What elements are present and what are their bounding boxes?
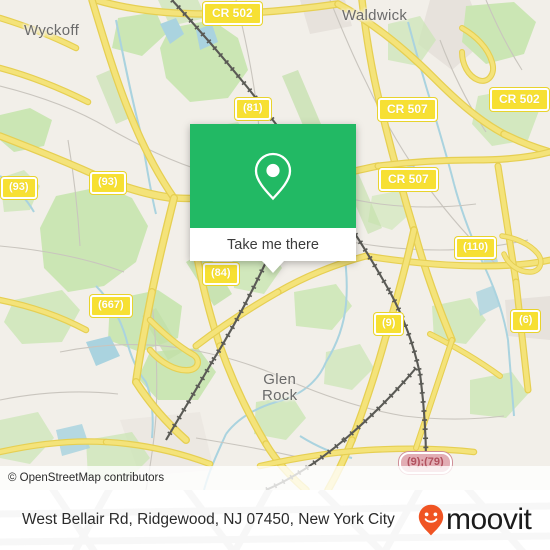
shield-route-81[interactable]: (81) (235, 98, 271, 120)
callout-pointer (262, 261, 284, 273)
shield-route-93-mid[interactable]: (93) (90, 172, 126, 194)
shield-cr-507-mid[interactable]: CR 507 (379, 168, 438, 191)
map-screenshot: .park { fill:#cbe6b4; } .park2 { fill:#d… (0, 0, 550, 550)
attribution-text: © OpenStreetMap contributors (8, 472, 165, 484)
map-attribution[interactable]: © OpenStreetMap contributors (0, 466, 550, 490)
shield-route-110[interactable]: (110) (455, 237, 497, 259)
shield-route-6[interactable]: (6) (511, 310, 541, 332)
shield-cr-502-north[interactable]: CR 502 (203, 2, 262, 25)
moovit-wordmark: moovit (446, 503, 532, 536)
shield-route-93-left[interactable]: (93) (1, 177, 37, 199)
shield-cr-507-north[interactable]: CR 507 (378, 98, 437, 121)
location-callout-card[interactable]: Take me there (190, 124, 356, 273)
shield-cr-502-east[interactable]: CR 502 (490, 88, 549, 111)
location-pin-icon (254, 152, 292, 201)
shield-route-84[interactable]: (84) (203, 263, 239, 285)
footer-bar: West Bellair Rd, Ridgewood, NJ 07450, Ne… (0, 490, 550, 550)
map-canvas[interactable]: .park { fill:#cbe6b4; } .park2 { fill:#d… (0, 0, 550, 490)
take-me-there-label: Take me there (227, 236, 319, 253)
address-text: West Bellair Rd, Ridgewood, NJ 07450, Ne… (22, 510, 395, 528)
moovit-logo[interactable]: moovit (418, 503, 532, 537)
callout-header (190, 124, 356, 228)
shield-route-9-right[interactable]: (9) (374, 313, 404, 335)
moovit-smiley-pin-icon (418, 504, 444, 536)
take-me-there-button[interactable]: Take me there (190, 228, 356, 261)
shield-route-667[interactable]: (667) (90, 295, 132, 317)
